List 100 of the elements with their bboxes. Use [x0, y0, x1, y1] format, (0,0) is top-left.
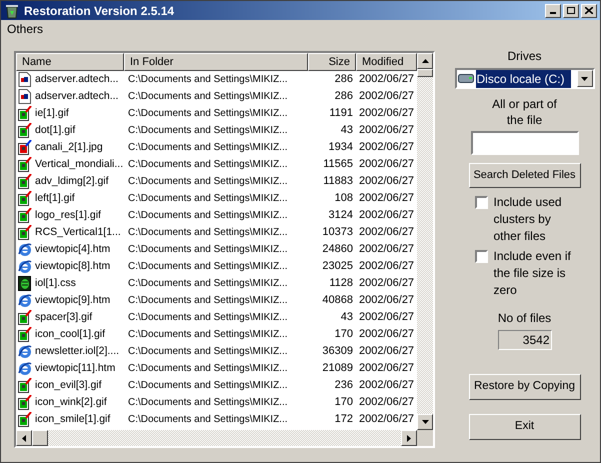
menu-item[interactable]: Others	[7, 20, 44, 38]
size-cell-text: 108	[334, 191, 354, 206]
file-name[interactable]: icon_cool[1].gif	[35, 326, 106, 342]
scroll-right-icon[interactable]	[407, 434, 411, 442]
file-name[interactable]: Vertical_mondiali...	[35, 156, 124, 172]
date-cell-text: 2002/06/27	[358, 174, 416, 190]
maximize-icon	[567, 7, 575, 14]
date-cell-text: 2002/06/27	[358, 140, 416, 156]
file-name[interactable]: adserver.adtech...	[35, 88, 118, 104]
web-page-icon	[18, 361, 32, 376]
recycle-bin-icon	[4, 2, 20, 18]
file-name[interactable]: logo_res[1].gif	[35, 208, 101, 224]
folder-cell-text: C:\Documents and Settings\MIKIZ...	[127, 277, 289, 291]
file-name[interactable]: RCS_Vertical1[1...	[35, 224, 121, 240]
file-name[interactable]: dot[1].gif	[35, 122, 76, 138]
image-file-icon	[18, 208, 32, 223]
folder-cell-text: C:\Documents and Settings\MIKIZ...	[127, 294, 289, 308]
drive-dropdown[interactable]: Disco locale (C:)	[454, 68, 594, 89]
image-file-icon	[18, 327, 32, 342]
date-cell-text: 2002/06/27	[358, 395, 416, 410]
scroll-down-icon[interactable]	[422, 420, 428, 424]
size-cell-text: 23025	[321, 259, 354, 274]
file-name[interactable]: viewtopic[4].htm	[35, 242, 110, 258]
folder-cell-text: C:\Documents and Settings\MIKIZ...	[127, 362, 289, 376]
vertical-scrollbar[interactable]	[417, 53, 433, 430]
size-cell-text: 170	[334, 395, 354, 410]
image-file-icon	[18, 310, 32, 325]
stylesheet-file-icon	[18, 276, 32, 291]
image-file-icon	[18, 191, 32, 206]
scroll-left-icon[interactable]	[22, 434, 26, 442]
checkbox[interactable]	[474, 196, 488, 209]
search-deleted-files-button[interactable]: Search Deleted Files	[468, 163, 580, 188]
image-file-icon	[18, 225, 32, 240]
file-name[interactable]: newsletter.iol[2]....	[35, 344, 120, 360]
date-cell-text: 2002/06/27	[358, 259, 416, 274]
file-name[interactable]: adserver.adtech...	[35, 72, 118, 88]
file-name[interactable]: canali_2[1].jpg	[35, 140, 103, 156]
size-cell-text: 11565	[322, 157, 354, 172]
folder-cell-text: C:\Documents and Settings\MIKIZ...	[127, 209, 289, 223]
column-header[interactable]: Modified	[356, 53, 417, 71]
folder-cell-text: C:\Documents and Settings\MIKIZ...	[127, 90, 289, 104]
file-name[interactable]: icon_wink[2].gif	[35, 394, 107, 410]
script-file-icon	[18, 72, 32, 87]
web-page-icon	[18, 259, 32, 274]
scroll-thumb[interactable]	[417, 69, 433, 77]
folder-cell-text: C:\Documents and Settings\MIKIZ...	[127, 243, 289, 257]
minimize-button[interactable]	[545, 4, 561, 18]
close-button[interactable]	[581, 4, 597, 18]
date-cell-text: 2002/06/27	[358, 412, 416, 428]
file-name[interactable]: adv_ldimg[2].gif	[35, 174, 109, 190]
column-header[interactable]: In Folder	[124, 53, 308, 71]
web-page-icon	[18, 293, 32, 308]
date-cell-text: 2002/06/27	[358, 361, 416, 376]
size-cell-text: 172	[334, 412, 354, 428]
search-label: All or part of the file	[491, 96, 558, 128]
folder-cell-text: C:\Documents and Settings\MIKIZ...	[127, 379, 289, 393]
date-cell-text: 2002/06/27	[358, 344, 416, 360]
file-name[interactable]: icon_smile[1].gif	[35, 412, 110, 428]
file-name[interactable]: viewtopic[9].htm	[35, 292, 110, 308]
horizontal-scrollbar[interactable]	[16, 430, 433, 446]
folder-cell-text: C:\Documents and Settings\MIKIZ...	[127, 413, 289, 427]
folder-cell-text: C:\Documents and Settings\MIKIZ...	[127, 311, 289, 325]
file-name[interactable]: iol[1].css	[35, 276, 76, 292]
size-cell-text: 1128	[328, 276, 354, 292]
image-file-icon	[18, 412, 32, 427]
date-cell-text: 2002/06/27	[358, 293, 416, 308]
date-cell-text: 2002/06/27	[358, 327, 416, 342]
date-cell-text: 2002/06/27	[358, 242, 416, 258]
checkbox[interactable]	[474, 250, 488, 263]
size-cell-text: 286	[334, 72, 354, 88]
column-header[interactable]: Name	[16, 53, 124, 71]
file-count-field: 3542	[498, 330, 552, 350]
date-cell-text: 2002/06/27	[358, 208, 416, 224]
file-name[interactable]: viewtopic[11].htm	[35, 360, 116, 376]
size-cell-text: 170	[334, 327, 354, 342]
size-cell-text: 236	[334, 378, 354, 394]
column-header[interactable]: Size	[308, 53, 356, 71]
exit-button[interactable]: Exit	[468, 414, 580, 440]
maximize-button[interactable]	[563, 4, 579, 18]
file-name[interactable]: viewtopic[8].htm	[35, 258, 110, 274]
date-cell-text: 2002/06/27	[358, 276, 416, 292]
scroll-up-icon[interactable]	[422, 59, 428, 63]
date-cell-text: 2002/06/27	[358, 157, 416, 172]
folder-cell-text: C:\Documents and Settings\MIKIZ...	[127, 73, 289, 87]
search-field[interactable]	[470, 131, 578, 155]
file-name[interactable]: ie[1].gif	[35, 106, 69, 122]
date-cell-text: 2002/06/27	[358, 378, 416, 394]
file-name[interactable]: icon_evil[3].gif	[35, 378, 102, 394]
script-file-icon	[18, 89, 32, 104]
folder-cell-text: C:\Documents and Settings\MIKIZ...	[127, 175, 289, 189]
image-file-icon	[18, 174, 32, 189]
size-cell-text: 40868	[321, 293, 354, 308]
folder-cell-text: C:\Documents and Settings\MIKIZ...	[127, 226, 289, 240]
restore-button[interactable]: Restore by Copying	[468, 374, 580, 400]
dropdown-arrow-icon[interactable]	[581, 76, 588, 80]
size-cell-text: 1934	[328, 140, 354, 156]
folder-cell-text: C:\Documents and Settings\MIKIZ...	[127, 192, 289, 206]
scroll-thumb[interactable]	[32, 430, 48, 446]
file-name[interactable]: left[1].gif	[35, 190, 75, 206]
file-name[interactable]: spacer[3].gif	[35, 310, 92, 326]
